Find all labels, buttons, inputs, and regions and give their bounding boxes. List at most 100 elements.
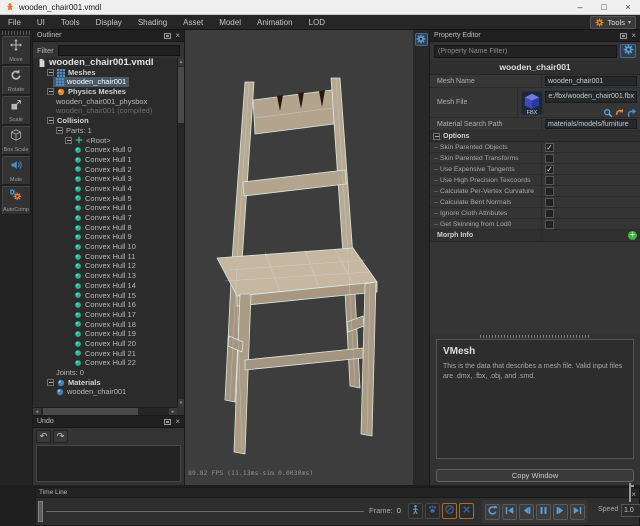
tree-item-convex-hull-5[interactable]: Convex Hull 5 — [33, 194, 177, 204]
close-panel-icon[interactable]: × — [175, 417, 180, 426]
tree-item-convex-hull-0[interactable]: Convex Hull 0 — [33, 145, 177, 155]
rotate-button[interactable]: Rotate — [1, 66, 31, 95]
close-button[interactable]: × — [616, 0, 640, 15]
tree-item-convex-hull-16[interactable]: Convex Hull 16 — [33, 300, 177, 310]
menu-animation[interactable]: Animation — [249, 15, 301, 30]
scrollbar-thumb[interactable] — [178, 67, 184, 123]
tree-item-convex-hull-8[interactable]: Convex Hull 8 — [33, 223, 177, 233]
timeline-scrub-handle[interactable] — [38, 501, 43, 522]
tree-item-collision[interactable]: Collision — [33, 116, 177, 126]
viewport-3d[interactable]: 89.82 FPS (11.13ms-sim 0.0030ms) — [185, 30, 413, 485]
tree-item-convex-hull-6[interactable]: Convex Hull 6 — [33, 203, 177, 213]
tree-item-convex-hull-21[interactable]: Convex Hull 21 — [33, 349, 177, 359]
tree-item-root[interactable]: <Root> — [33, 136, 177, 146]
float-panel-icon[interactable] — [164, 32, 172, 39]
person-toggle-button[interactable] — [408, 503, 423, 519]
skin-parented-transforms-checkbox[interactable] — [545, 153, 554, 163]
tools-dropdown-button[interactable]: Tools ▾ — [590, 16, 636, 29]
autocomp-button[interactable]: AutoComp — [1, 186, 31, 215]
menu-file[interactable]: File — [0, 15, 29, 30]
mute-button[interactable]: Mute — [1, 156, 31, 185]
undo-button[interactable]: ↶ — [36, 429, 51, 443]
timeline-track[interactable] — [46, 511, 364, 512]
tree-item-convex-hull-13[interactable]: Convex Hull 13 — [33, 271, 177, 281]
calculate-bent-normals-checkbox[interactable] — [545, 197, 554, 207]
menu-lod[interactable]: LOD — [301, 15, 333, 30]
speed-dropdown[interactable]: 1.0 ▾ — [621, 504, 640, 517]
material-search-path-input[interactable]: materials/models/furniture — [545, 119, 637, 129]
mesh-name-input[interactable]: wooden_chair001 — [545, 76, 637, 86]
use-high-precision-texcoords-checkbox[interactable] — [545, 175, 554, 185]
skip-end-button[interactable] — [570, 503, 585, 520]
tree-item-convex-hull-2[interactable]: Convex Hull 2 — [33, 165, 177, 175]
expander-icon[interactable] — [47, 379, 54, 387]
float-panel-icon[interactable] — [164, 418, 172, 425]
search-icon[interactable] — [603, 105, 613, 117]
move-button[interactable]: Move — [1, 36, 31, 65]
paw-toggle-button[interactable] — [425, 503, 440, 519]
property-filter-input[interactable] — [434, 44, 617, 58]
horizontal-scrollbar[interactable]: ◂ ▸ — [33, 407, 177, 416]
menu-ui[interactable]: UI — [29, 15, 53, 30]
tree-item-wooden-chair001[interactable]: wooden_chair001 — [33, 77, 177, 88]
settings-tab-button[interactable] — [414, 33, 428, 46]
slash-toggle-button[interactable] — [442, 503, 457, 519]
outliner-filter-input[interactable] — [57, 44, 180, 56]
tree-item-wooden-chair001-vmdl[interactable]: wooden_chair001.vmdl — [33, 58, 177, 68]
tree-item-physics-meshes[interactable]: Physics Meshes — [33, 87, 177, 97]
scroll-up-icon[interactable]: ▴ — [178, 58, 184, 66]
copy-window-button[interactable]: Copy Window — [436, 469, 634, 482]
skin-parented-objects-checkbox[interactable]: ✓ — [545, 142, 554, 152]
minimize-button[interactable]: – — [568, 0, 592, 15]
ignore-cloth-attributes-checkbox[interactable] — [545, 208, 554, 218]
menu-model[interactable]: Model — [211, 15, 249, 30]
use-expensive-tangents-checkbox[interactable]: ✓ — [545, 164, 554, 174]
close-panel-icon[interactable]: × — [175, 31, 180, 40]
scale-button[interactable]: Scale — [1, 96, 31, 125]
skip-start-button[interactable] — [502, 503, 517, 520]
tree-item-wooden-chair001-compiled[interactable]: wooden_chair001 (compiled) — [33, 106, 177, 116]
scroll-down-icon[interactable]: ▾ — [178, 399, 184, 407]
tree-item-convex-hull-17[interactable]: Convex Hull 17 — [33, 310, 177, 320]
tree-item-convex-hull-20[interactable]: Convex Hull 20 — [33, 339, 177, 349]
add-morph-button[interactable]: + — [628, 231, 637, 240]
tree-item-convex-hull-14[interactable]: Convex Hull 14 — [33, 281, 177, 291]
tree-item-convex-hull-3[interactable]: Convex Hull 3 — [33, 174, 177, 184]
menu-tools[interactable]: Tools — [53, 15, 88, 30]
refresh-icon[interactable] — [615, 105, 625, 115]
mesh-file-input[interactable]: e:/fbx/wooden_chair001.fbx — [545, 90, 637, 103]
tree-item-joints-0[interactable]: Joints: 0 — [33, 368, 177, 378]
tree-item-materials[interactable]: Materials — [33, 378, 177, 388]
expander-icon[interactable] — [47, 117, 54, 125]
tree-item-convex-hull-15[interactable]: Convex Hull 15 — [33, 291, 177, 301]
get-skinning-from-lod0-checkbox[interactable] — [545, 219, 554, 229]
tree-item-convex-hull-1[interactable]: Convex Hull 1 — [33, 155, 177, 165]
tree-item-convex-hull-9[interactable]: Convex Hull 9 — [33, 232, 177, 242]
scrollbar-thumb[interactable] — [43, 408, 138, 415]
tree-item-convex-hull-4[interactable]: Convex Hull 4 — [33, 184, 177, 194]
menu-display[interactable]: Display — [88, 15, 130, 30]
tree-item-convex-hull-7[interactable]: Convex Hull 7 — [33, 213, 177, 223]
tree-item-wooden-chair001[interactable]: wooden_chair001 — [33, 387, 177, 397]
cross-toggle-button[interactable] — [459, 503, 474, 519]
expander-icon[interactable] — [47, 88, 54, 96]
property-settings-button[interactable] — [620, 44, 636, 58]
tree-item-wooden-chair001-physbox[interactable]: wooden_chair001_physbox — [33, 97, 177, 107]
toolbar-grip[interactable] — [2, 31, 30, 35]
tree-item-convex-hull-22[interactable]: Convex Hull 22 — [33, 358, 177, 368]
tree-item-meshes[interactable]: Meshes — [33, 68, 177, 78]
vertical-scrollbar[interactable]: ▴ ▾ — [177, 58, 184, 407]
pause-button[interactable] — [536, 503, 551, 520]
tree-item-convex-hull-11[interactable]: Convex Hull 11 — [33, 252, 177, 262]
step-back-button[interactable] — [519, 503, 534, 520]
step-forward-button[interactable] — [553, 503, 568, 520]
open-external-icon[interactable] — [627, 105, 637, 117]
tree-item-convex-hull-12[interactable]: Convex Hull 12 — [33, 261, 177, 271]
options-section-header[interactable]: Options — [430, 131, 640, 142]
close-panel-icon[interactable]: × — [631, 31, 636, 40]
tree-item-parts-1[interactable]: Parts: 1 — [33, 126, 177, 136]
expander-icon[interactable] — [56, 127, 63, 135]
expander-icon[interactable] — [433, 132, 440, 140]
menu-asset[interactable]: Asset — [175, 15, 211, 30]
tree-item-convex-hull-19[interactable]: Convex Hull 19 — [33, 329, 177, 339]
